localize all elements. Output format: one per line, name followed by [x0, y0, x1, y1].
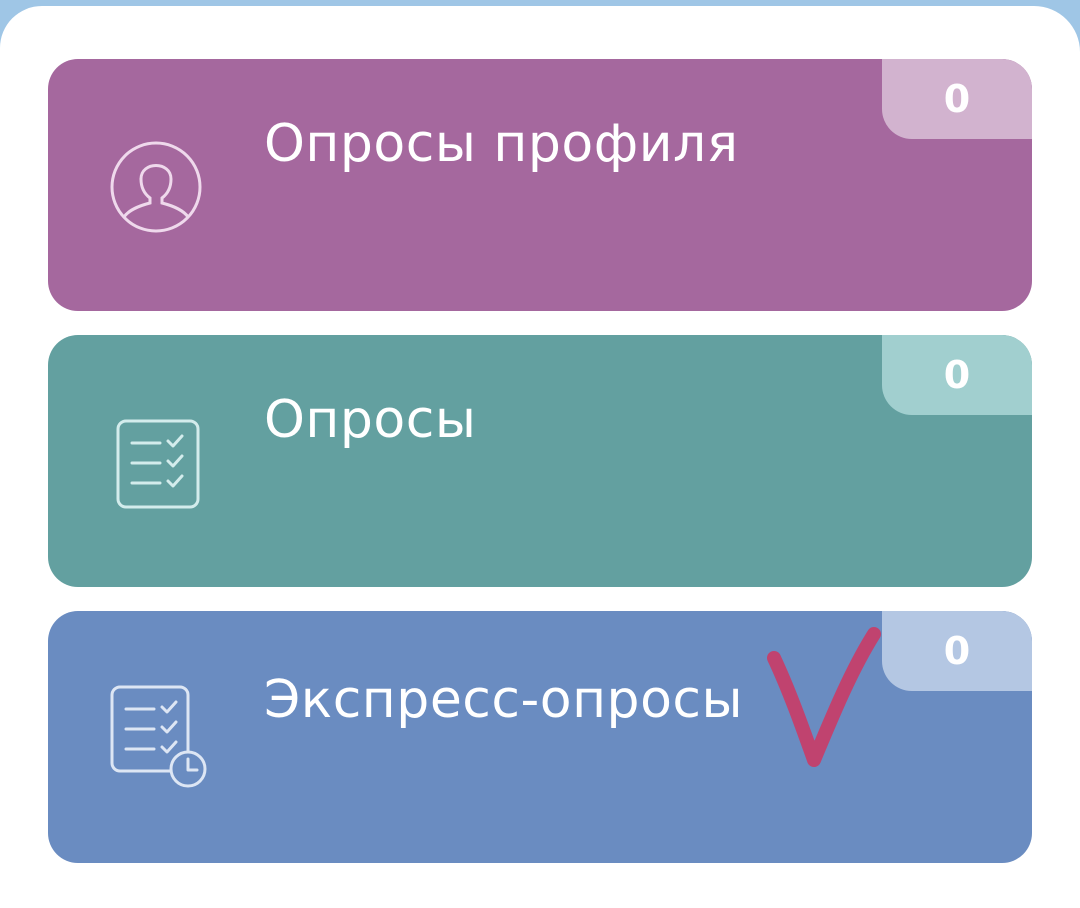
- count-badge: 0: [882, 59, 1032, 139]
- surveys-panel: Опросы профиля 0 Опросы 0 Экспресс-опрос…: [0, 6, 1080, 908]
- card-express-surveys[interactable]: Экспресс-опросы 0: [48, 611, 1032, 863]
- profile-icon: [110, 141, 202, 233]
- checklist-icon: [116, 419, 200, 509]
- card-title: Опросы профиля: [264, 114, 739, 174]
- card-title: Опросы: [264, 390, 477, 450]
- count-badge: 0: [882, 611, 1032, 691]
- count-badge: 0: [882, 335, 1032, 415]
- card-profile-surveys[interactable]: Опросы профиля 0: [48, 59, 1032, 311]
- card-title: Экспресс-опросы: [264, 670, 744, 730]
- card-surveys[interactable]: Опросы 0: [48, 335, 1032, 587]
- checklist-clock-icon: [110, 685, 207, 788]
